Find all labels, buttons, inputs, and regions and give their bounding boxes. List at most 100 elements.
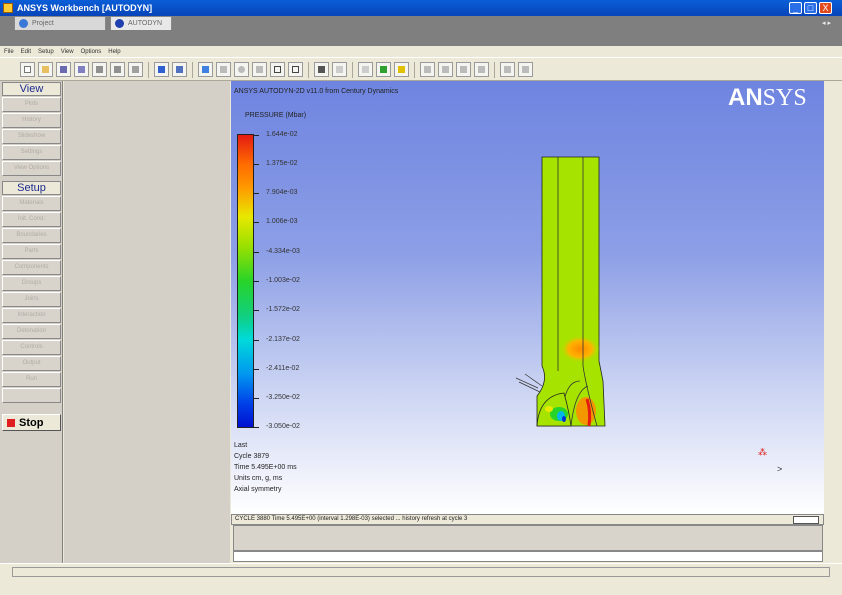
axis-triad-icon: ⁂	[758, 447, 767, 457]
graphics-viewport[interactable]	[231, 81, 824, 514]
slideshow-icon[interactable]	[456, 62, 471, 77]
pressure-field	[536, 156, 606, 427]
setup-interaction-button[interactable]: Interaction	[2, 308, 61, 323]
setup-output-button[interactable]: Output	[2, 356, 61, 371]
legend-label: -3.250e-02	[266, 394, 300, 401]
legend-label: -1.003e-02	[266, 277, 300, 284]
toolbar	[0, 57, 842, 81]
record-icon[interactable]	[332, 62, 347, 77]
autodyn-icon	[115, 19, 124, 28]
pan-icon[interactable]	[216, 62, 231, 77]
menu-file[interactable]: File	[4, 49, 14, 55]
view-heading: View	[2, 82, 61, 96]
legend-label: -1.572e-02	[266, 306, 300, 313]
setup-materials-button[interactable]: Materials	[2, 196, 61, 211]
zoom-fit-icon[interactable]	[288, 62, 303, 77]
material-icon[interactable]	[376, 62, 391, 77]
view-plots-button[interactable]: Plots	[2, 97, 61, 112]
axis-arrow-icon: >	[777, 464, 783, 474]
chart-icon[interactable]	[474, 62, 489, 77]
view-slideshow-button[interactable]: Slideshow	[2, 129, 61, 144]
legend-label: 7.904e-03	[266, 189, 298, 196]
tab-label: AUTODYN	[128, 20, 163, 27]
info-line: Time 5.495E+00 ms	[234, 464, 297, 471]
maximize-button[interactable]: □	[804, 2, 817, 14]
setup-joins-button[interactable]: Joins	[2, 292, 61, 307]
menu-options[interactable]: Options	[81, 49, 102, 55]
legend-label: 1.375e-02	[266, 160, 298, 167]
refresh-icon[interactable]	[198, 62, 213, 77]
setup-controls-button[interactable]: Controls	[2, 340, 61, 355]
legend-label: 1.644e-02	[266, 131, 298, 138]
view-history-button[interactable]: History	[2, 113, 61, 128]
info-line: Last	[234, 442, 248, 449]
menu-help[interactable]: Help	[108, 49, 120, 55]
viewport-title: ANSYS AUTODYN-2D v11.0 from Century Dyna…	[234, 88, 399, 95]
simulation-plot	[515, 156, 606, 427]
stop-icon	[7, 418, 15, 427]
setup-heading: Setup	[2, 181, 61, 195]
title-bar: ANSYS Workbench [AUTODYN]	[0, 0, 842, 16]
export-icon[interactable]	[110, 62, 125, 77]
menu-view[interactable]: View	[61, 49, 74, 55]
save-icon[interactable]	[56, 62, 71, 77]
open-folder-icon[interactable]	[38, 62, 53, 77]
pause-icon[interactable]	[172, 62, 187, 77]
menu-bar: File Edit Setup View Options Help	[0, 46, 842, 57]
help-icon[interactable]	[518, 62, 533, 77]
ansys-logo: ANSYS	[728, 84, 807, 111]
ansys-app-icon	[3, 3, 13, 13]
rotate-icon[interactable]	[252, 62, 267, 77]
run-icon[interactable]	[154, 62, 169, 77]
setup-init-cond-button[interactable]: Init. Cond.	[2, 212, 61, 227]
message-bar: CYCLE 3880 Time 5.495E+00 (interval 1.29…	[231, 514, 824, 525]
command-input[interactable]	[233, 551, 823, 562]
close-button[interactable]: X	[819, 2, 832, 14]
plot-icon[interactable]	[420, 62, 435, 77]
grid-icon[interactable]	[358, 62, 373, 77]
settings-icon[interactable]	[500, 62, 515, 77]
tab-label: Project	[32, 20, 54, 27]
window-title: ANSYS Workbench [AUTODYN]	[17, 3, 153, 13]
left-panel: View Plots History Slideshow Settings Vi…	[0, 81, 63, 563]
setup-components-button[interactable]: Components	[2, 260, 61, 275]
message-window-controls[interactable]	[793, 516, 819, 524]
setup-boundaries-button[interactable]: Boundaries	[2, 228, 61, 243]
tab-autodyn[interactable]: AUTODYN	[110, 16, 172, 30]
tab-project[interactable]: Project	[14, 16, 106, 30]
tab-scroll-arrows[interactable]: ◂ ▸	[822, 19, 831, 27]
navigation-pane	[64, 81, 230, 563]
camera-icon[interactable]	[314, 62, 329, 77]
print-icon[interactable]	[128, 62, 143, 77]
zoom-icon[interactable]	[234, 62, 249, 77]
menu-setup[interactable]: Setup	[38, 49, 54, 55]
stop-button[interactable]: Stop	[2, 414, 61, 431]
import-icon[interactable]	[92, 62, 107, 77]
pressure-color-legend	[237, 134, 254, 428]
history-icon[interactable]	[438, 62, 453, 77]
lightning-icon[interactable]	[394, 62, 409, 77]
stop-label: Stop	[19, 416, 44, 429]
legend-title: PRESSURE (Mbar)	[245, 112, 307, 119]
save-as-icon[interactable]	[74, 62, 89, 77]
simulation-info: Last Cycle 3879 Time 5.495E+00 ms Units …	[234, 440, 297, 495]
setup-run-button[interactable]: Run	[2, 372, 61, 387]
menu-edit[interactable]: Edit	[21, 49, 31, 55]
setup-detonation-button[interactable]: Detonation	[2, 324, 61, 339]
minimize-button[interactable]: _	[789, 2, 802, 14]
legend-label: -2.411e-02	[266, 365, 300, 372]
status-field	[12, 567, 830, 577]
setup-groups-button[interactable]: Groups	[2, 276, 61, 291]
view-options-button[interactable]: View Options	[2, 161, 61, 176]
message-log[interactable]	[233, 525, 823, 551]
new-file-icon[interactable]	[20, 62, 35, 77]
zoom-box-icon[interactable]	[270, 62, 285, 77]
view-settings-button[interactable]: Settings	[2, 145, 61, 160]
info-line: Axial symmetry	[234, 486, 282, 493]
setup-blank-button[interactable]	[2, 388, 61, 403]
workbench-icon	[19, 19, 28, 28]
info-line: Units cm, g, ms	[234, 475, 283, 482]
setup-parts-button[interactable]: Parts	[2, 244, 61, 259]
legend-label: 1.006e-03	[266, 218, 298, 225]
legend-label: -4.334e-03	[266, 248, 300, 255]
